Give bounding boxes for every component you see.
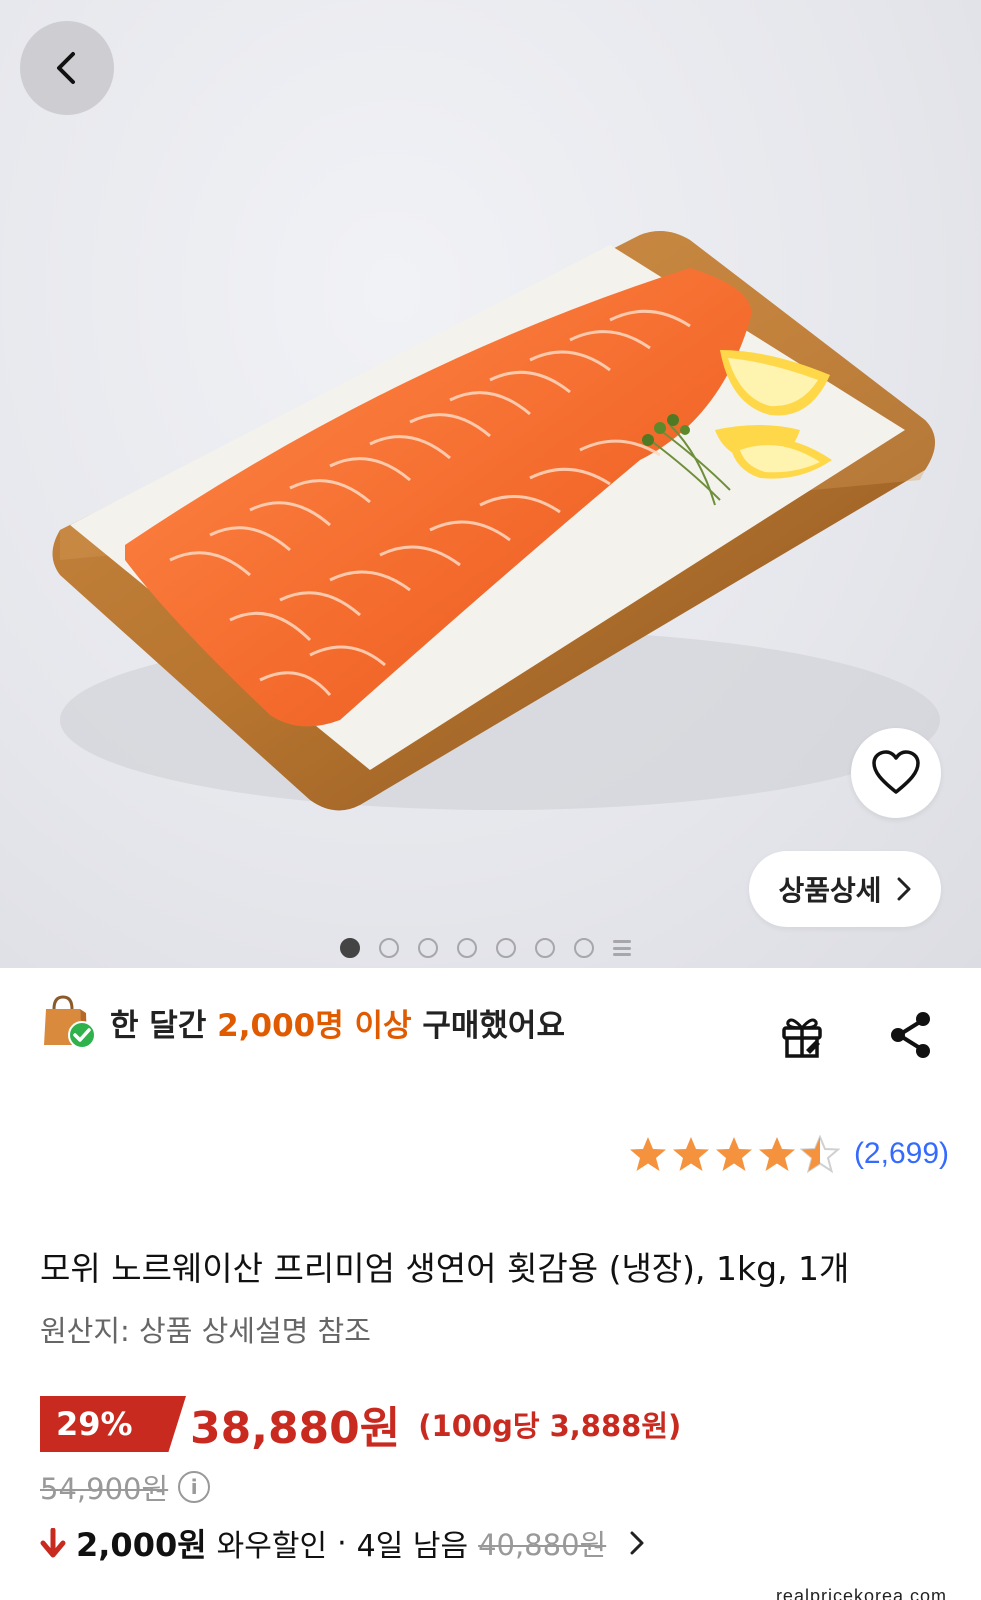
product-origin: 원산지: 상품 상세설명 참조 bbox=[40, 1314, 371, 1348]
wow-remaining-days: 4일 남음 bbox=[356, 1529, 469, 1564]
purchase-count-banner: 한 달간 2,000명 이상 구매했어요 bbox=[40, 995, 565, 1049]
product-image-gallery[interactable]: 상품상세 bbox=[0, 0, 981, 968]
pagination-dot-active[interactable] bbox=[340, 938, 360, 958]
shopping-bag-check-icon bbox=[44, 995, 96, 1049]
purchase-count-text: 한 달간 2,000명 이상 구매했어요 bbox=[110, 1000, 565, 1045]
share-icon bbox=[891, 1012, 930, 1058]
arrow-down-icon bbox=[40, 1528, 66, 1558]
purchase-count-prefix: 한 달간 bbox=[110, 1007, 218, 1044]
gallery-pagination bbox=[340, 938, 631, 958]
original-price: 54,900원 bbox=[40, 1472, 169, 1506]
gift-button[interactable] bbox=[776, 1010, 828, 1062]
heart-outline-icon bbox=[872, 750, 920, 794]
pagination-dot[interactable] bbox=[535, 938, 555, 958]
chevron-right-icon bbox=[897, 877, 911, 901]
product-detail-label: 상품상세 bbox=[778, 874, 882, 907]
rating-stars bbox=[628, 1135, 840, 1173]
favorite-button[interactable] bbox=[851, 728, 941, 818]
pagination-dot[interactable] bbox=[496, 938, 516, 958]
product-photo bbox=[52, 231, 940, 811]
review-count-link[interactable]: (2,699) bbox=[854, 1137, 949, 1171]
gift-icon bbox=[782, 1018, 822, 1058]
product-detail-button[interactable]: 상품상세 bbox=[749, 851, 941, 927]
star-full-icon bbox=[715, 1137, 752, 1171]
wow-discount-amount: 2,000원 bbox=[76, 1526, 207, 1564]
purchase-count-suffix: 구매했어요 bbox=[411, 1007, 565, 1044]
watermark: realpricekorea.com bbox=[775, 1586, 947, 1600]
sale-price: 38,880원 bbox=[190, 1403, 401, 1454]
star-full-icon bbox=[672, 1137, 709, 1171]
original-price-row: 54,900원 i bbox=[40, 1466, 211, 1508]
product-title: 모위 노르웨이산 프리미엄 생연어 횟감용 (냉장), 1kg, 1개 bbox=[40, 1249, 850, 1288]
star-full-icon bbox=[758, 1137, 795, 1171]
price-row: 29% 38,880원 (100g당 3,888원) bbox=[40, 1392, 681, 1456]
chevron-left-icon bbox=[57, 52, 75, 84]
star-half-icon bbox=[799, 1135, 840, 1173]
pagination-dot[interactable] bbox=[418, 938, 438, 958]
discount-badge: 29% bbox=[40, 1396, 186, 1452]
chevron-right-icon bbox=[630, 1531, 644, 1555]
rating-summary[interactable]: (2,699) bbox=[628, 1135, 949, 1173]
unit-price: (100g당 3,888원) bbox=[418, 1409, 682, 1443]
wow-strike-price: 40,880원 bbox=[478, 1528, 607, 1562]
pagination-more-icon[interactable] bbox=[613, 940, 631, 956]
wow-discount-label: 와우할인 bbox=[216, 1529, 328, 1564]
purchase-count-highlight: 2,000명 이상 bbox=[217, 1007, 412, 1044]
pagination-dot[interactable] bbox=[379, 938, 399, 958]
info-icon[interactable]: i bbox=[178, 1471, 211, 1503]
wow-discount-row[interactable]: 2,000원 와우할인 · 4일 남음 40,880원 bbox=[40, 1520, 646, 1566]
back-button[interactable] bbox=[20, 21, 114, 115]
wow-separator: · bbox=[337, 1525, 347, 1561]
pagination-dot[interactable] bbox=[457, 938, 477, 958]
star-full-icon bbox=[629, 1137, 666, 1171]
pagination-dot[interactable] bbox=[574, 938, 594, 958]
share-button[interactable] bbox=[886, 1008, 936, 1062]
